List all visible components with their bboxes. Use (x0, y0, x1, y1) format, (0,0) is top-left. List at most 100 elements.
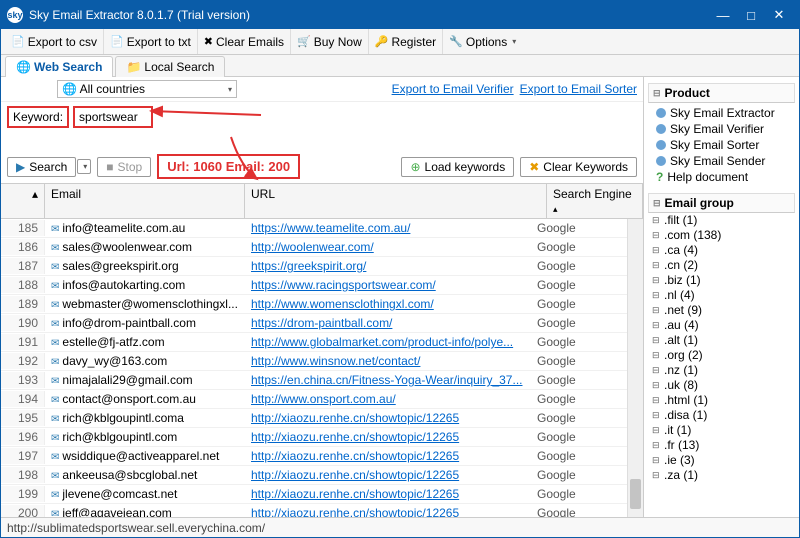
table-row[interactable]: 197✉wsiddique@activeapparel.nethttp://xi… (1, 447, 627, 466)
group-item[interactable]: .net (9) (652, 303, 795, 318)
url-link[interactable]: http://woolenwear.com/ (251, 240, 374, 254)
row-engine: Google (531, 353, 627, 369)
group-item[interactable]: .nl (4) (652, 288, 795, 303)
play-icon: ▶ (16, 160, 25, 174)
table-row[interactable]: 192✉davy_wy@163.comhttp://www.winsnow.ne… (1, 352, 627, 371)
url-link[interactable]: http://xiaozu.renhe.cn/showtopic/12265 (251, 468, 459, 482)
table-row[interactable]: 189✉webmaster@womensclothingxl...http://… (1, 295, 627, 314)
table-row[interactable]: 191✉estelle@fj-atfz.comhttp://www.global… (1, 333, 627, 352)
url-link[interactable]: http://www.winsnow.net/contact/ (251, 354, 420, 368)
group-item[interactable]: .nz (1) (652, 363, 795, 378)
row-engine: Google (531, 429, 627, 445)
email-group-panel-header[interactable]: ⊟Email group (648, 193, 795, 213)
url-link[interactable]: https://greekspirit.org/ (251, 259, 366, 273)
tab-web-search[interactable]: 🌐Web Search (5, 56, 113, 77)
row-index: 188 (1, 277, 45, 293)
search-button[interactable]: ▶Search (7, 157, 76, 177)
plus-icon: ⊕ (410, 160, 420, 174)
url-link[interactable]: https://www.racingsportswear.com/ (251, 278, 436, 292)
group-item[interactable]: .alt (1) (652, 333, 795, 348)
url-link[interactable]: http://xiaozu.renhe.cn/showtopic/12265 (251, 506, 459, 517)
product-item[interactable]: Sky Email Extractor (656, 105, 795, 121)
scrollbar-thumb[interactable] (630, 479, 641, 509)
product-item[interactable]: Sky Email Verifier (656, 121, 795, 137)
col-index[interactable]: ▴ (1, 184, 45, 218)
url-link[interactable]: https://en.china.cn/Fitness-Yoga-Wear/in… (251, 373, 522, 387)
keyword-input[interactable]: sportswear (73, 106, 153, 128)
col-engine[interactable]: Search Engine ▴ (547, 184, 643, 218)
url-link[interactable]: https://www.teamelite.com.au/ (251, 221, 410, 235)
table-row[interactable]: 196✉rich@kblgoupintl.comhttp://xiaozu.re… (1, 428, 627, 447)
product-panel-header[interactable]: ⊟Product (648, 83, 795, 103)
clear-emails-button[interactable]: ✖Clear Emails (198, 29, 291, 54)
col-url[interactable]: URL (245, 184, 547, 218)
export-csv-button[interactable]: 📄Export to csv (5, 29, 104, 54)
group-item[interactable]: .html (1) (652, 393, 795, 408)
col-email[interactable]: Email (45, 184, 245, 218)
group-item[interactable]: .filt (1) (652, 213, 795, 228)
table-row[interactable]: 194✉contact@onsport.com.auhttp://www.ons… (1, 390, 627, 409)
url-link[interactable]: http://www.globalmarket.com/product-info… (251, 335, 513, 349)
url-link[interactable]: http://www.womensclothingxl.com/ (251, 297, 434, 311)
url-link[interactable]: http://xiaozu.renhe.cn/showtopic/12265 (251, 449, 459, 463)
main-toolbar: 📄Export to csv 📄Export to txt ✖Clear Ema… (1, 29, 799, 55)
product-item[interactable]: Sky Email Sender (656, 153, 795, 169)
url-link[interactable]: https://drom-paintball.com/ (251, 316, 392, 330)
app-logo-icon: sky (7, 7, 23, 23)
url-link[interactable]: http://www.onsport.com.au/ (251, 392, 396, 406)
row-url: http://www.globalmarket.com/product-info… (245, 334, 531, 350)
url-link[interactable]: http://xiaozu.renhe.cn/showtopic/12265 (251, 411, 459, 425)
url-link[interactable]: http://xiaozu.renhe.cn/showtopic/12265 (251, 430, 459, 444)
maximize-button[interactable]: □ (737, 5, 765, 25)
table-row[interactable]: 186✉sales@woolenwear.comhttp://woolenwea… (1, 238, 627, 257)
group-item[interactable]: .fr (13) (652, 438, 795, 453)
row-index: 199 (1, 486, 45, 502)
table-row[interactable]: 199✉jlevene@comcast.nethttp://xiaozu.ren… (1, 485, 627, 504)
buy-now-button[interactable]: 🛒Buy Now (291, 29, 369, 54)
group-item[interactable]: .biz (1) (652, 273, 795, 288)
search-dropdown[interactable]: ▾ (77, 159, 91, 174)
country-combo[interactable]: 🌐 All countries ▾ (57, 80, 237, 98)
export-to-verifier-link[interactable]: Export to Email Verifier (392, 82, 514, 96)
product-item[interactable]: Sky Email Sorter (656, 137, 795, 153)
vertical-scrollbar[interactable] (627, 219, 643, 517)
row-email: ✉davy_wy@163.com (45, 353, 245, 369)
stop-button[interactable]: ■Stop (97, 157, 151, 177)
table-row[interactable]: 187✉sales@greekspirit.orghttps://greeksp… (1, 257, 627, 276)
options-button[interactable]: 🔧Options▾ (443, 29, 522, 54)
group-item[interactable]: .disa (1) (652, 408, 795, 423)
group-item[interactable]: .ca (4) (652, 243, 795, 258)
status-bar: http://sublimatedsportswear.sell.everych… (1, 517, 799, 537)
table-row[interactable]: 200✉jeff@agavejean.comhttp://xiaozu.renh… (1, 504, 627, 517)
group-item[interactable]: .za (1) (652, 468, 795, 483)
row-email: ✉info@drom-paintball.com (45, 315, 245, 331)
tab-local-search[interactable]: 📁Local Search (115, 56, 225, 77)
clear-keywords-button[interactable]: ✖Clear Keywords (520, 157, 637, 177)
table-row[interactable]: 193✉nimajalali29@gmail.comhttps://en.chi… (1, 371, 627, 390)
table-row[interactable]: 195✉rich@kblgoupintl.comahttp://xiaozu.r… (1, 409, 627, 428)
export-to-sorter-link[interactable]: Export to Email Sorter (520, 82, 637, 96)
window-title: Sky Email Extractor 8.0.1.7 (Trial versi… (29, 8, 709, 22)
load-keywords-button[interactable]: ⊕Load keywords (401, 157, 514, 177)
row-email: ✉sales@woolenwear.com (45, 239, 245, 255)
help-document-item[interactable]: ?Help document (656, 169, 795, 185)
table-row[interactable]: 198✉ankeeusa@sbcglobal.nethttp://xiaozu.… (1, 466, 627, 485)
minimize-button[interactable]: — (709, 5, 737, 25)
export-txt-button[interactable]: 📄Export to txt (104, 29, 198, 54)
group-item[interactable]: .cn (2) (652, 258, 795, 273)
email-group-tree[interactable]: .filt (1).com (138).ca (4).cn (2).biz (1… (648, 213, 795, 511)
url-link[interactable]: http://xiaozu.renhe.cn/showtopic/12265 (251, 487, 459, 501)
group-item[interactable]: .ie (3) (652, 453, 795, 468)
group-item[interactable]: .au (4) (652, 318, 795, 333)
table-row[interactable]: 185✉info@teamelite.com.auhttps://www.tea… (1, 219, 627, 238)
group-item[interactable]: .uk (8) (652, 378, 795, 393)
row-index: 189 (1, 296, 45, 312)
table-row[interactable]: 190✉info@drom-paintball.comhttps://drom-… (1, 314, 627, 333)
close-button[interactable]: ✕ (765, 5, 793, 25)
register-button[interactable]: 🔑Register (369, 29, 443, 54)
group-item[interactable]: .org (2) (652, 348, 795, 363)
table-row[interactable]: 188✉infos@autokarting.comhttps://www.rac… (1, 276, 627, 295)
group-item[interactable]: .com (138) (652, 228, 795, 243)
group-item[interactable]: .it (1) (652, 423, 795, 438)
grid-body[interactable]: 185✉info@teamelite.com.auhttps://www.tea… (1, 219, 627, 517)
